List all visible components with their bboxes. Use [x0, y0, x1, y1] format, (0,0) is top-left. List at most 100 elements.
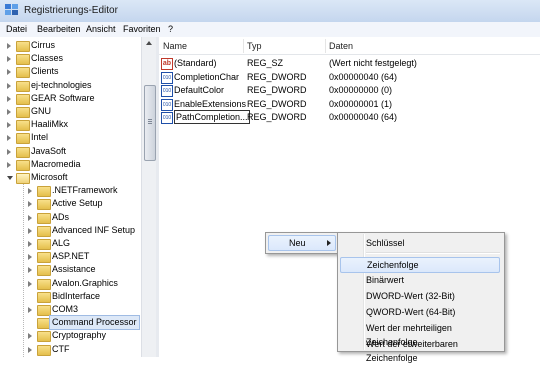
tree-item[interactable]: COM3: [0, 303, 141, 316]
binary-value-icon: 010: [161, 85, 173, 97]
tree-item[interactable]: Microsoft: [0, 171, 141, 184]
tree-item[interactable]: Avalon.Graphics: [0, 277, 141, 290]
tree-item[interactable]: BidInterface: [0, 290, 141, 303]
folder-icon: [37, 331, 51, 343]
expand-arrow-icon[interactable]: [28, 280, 32, 287]
tree-item[interactable]: .NETFramework: [0, 184, 141, 198]
submenu-item[interactable]: DWORD-Wert (32-Bit): [340, 289, 500, 303]
submenu-item-label: QWORD-Wert (64-Bit): [366, 307, 456, 317]
collapse-arrow-icon[interactable]: [7, 176, 13, 180]
expand-arrow-icon[interactable]: [7, 43, 11, 49]
column-header-data[interactable]: Daten: [329, 41, 353, 51]
menu-bearbeiten[interactable]: Bearbeiten: [37, 24, 81, 34]
tree-item-label: COM3: [52, 304, 79, 314]
expand-arrow-icon[interactable]: [28, 254, 32, 261]
expand-arrow-icon[interactable]: [7, 109, 11, 115]
expand-arrow-icon[interactable]: [28, 227, 32, 234]
submenu-item[interactable]: Zeichenfolge: [340, 257, 500, 273]
expand-arrow-icon[interactable]: [7, 161, 11, 168]
tree-item[interactable]: Command Processor: [0, 315, 141, 331]
tree-item[interactable]: ADs: [0, 211, 141, 224]
new-submenu: Schlüssel Zeichenfolge Binärwert DWORD-Wert…: [337, 232, 505, 363]
expand-arrow-icon[interactable]: [28, 307, 32, 313]
tree-item[interactable]: Macromedia: [0, 158, 141, 171]
menu-favoriten[interactable]: Favoriten: [123, 24, 161, 34]
tree-item[interactable]: ALG: [0, 237, 141, 250]
tree-item[interactable]: GEAR Software: [0, 92, 141, 105]
value-type: REG_DWORD: [247, 98, 307, 109]
value-row[interactable]: 010 DefaultColor REG_DWORD 0x00000000 (0): [159, 84, 540, 97]
context-menu: Neu: [265, 232, 339, 254]
tree-item[interactable]: Cirrus: [0, 39, 141, 52]
expand-arrow-icon[interactable]: [28, 346, 32, 353]
column-header-name[interactable]: Name: [163, 41, 187, 51]
value-name: (Standard): [174, 58, 217, 68]
value-data: (Wert nicht festgelegt): [329, 58, 417, 68]
expand-arrow-icon[interactable]: [7, 95, 11, 102]
submenu-item[interactable]: Wert der erweiterbaren Zeichenfolge: [340, 337, 500, 363]
tree-item[interactable]: Clients: [0, 65, 141, 79]
tree-item[interactable]: Intel: [0, 131, 141, 145]
tree-item[interactable]: Classes: [0, 52, 141, 66]
registry-editor-icon: [5, 4, 18, 15]
tree-item-label: Clients: [31, 66, 59, 77]
value-type: REG_DWORD: [247, 112, 307, 122]
expand-arrow-icon[interactable]: [28, 188, 32, 195]
tree-item-label: Intel: [31, 132, 49, 143]
value-row[interactable]: 010 PathCompletion... REG_DWORD 0x00000040 …: [159, 110, 540, 124]
submenu-item[interactable]: Binärwert: [340, 273, 500, 287]
expand-arrow-icon[interactable]: [7, 69, 11, 76]
folder-icon: [16, 80, 30, 92]
tree-item[interactable]: HaaliMkx: [0, 118, 141, 132]
tree-scrollbar[interactable]: [141, 37, 157, 357]
folder-icon: [16, 173, 30, 184]
tree-item-label: .NETFramework: [52, 185, 118, 196]
tree-item[interactable]: Active Setup: [0, 197, 141, 211]
menu-datei[interactable]: Datei: [6, 24, 27, 34]
value-row[interactable]: ab (Standard) REG_SZ (Wert nicht festgelegt…: [159, 57, 540, 70]
submenu-item[interactable]: QWORD-Wert (64-Bit): [340, 305, 500, 319]
menu-ansicht[interactable]: Ansicht: [86, 24, 116, 34]
tree-item[interactable]: ej-technologies: [0, 79, 141, 92]
expand-arrow-icon[interactable]: [28, 333, 32, 340]
expand-arrow-icon[interactable]: [7, 56, 11, 63]
folder-icon: [37, 344, 51, 356]
tree-item[interactable]: Advanced INF Setup: [0, 224, 141, 237]
submenu-item[interactable]: Schlüssel: [340, 236, 500, 250]
menu-help[interactable]: ?: [168, 24, 173, 34]
scrollbar-thumb[interactable]: [144, 85, 156, 161]
tree-item[interactable]: CTF: [0, 343, 141, 356]
value-type: REG_DWORD: [247, 71, 307, 82]
value-name[interactable]: PathCompletion...: [174, 110, 250, 124]
expand-arrow-icon[interactable]: [28, 201, 32, 208]
expand-arrow-icon[interactable]: [7, 148, 11, 155]
submenu-item[interactable]: Wert der mehrteiligen Zeichenfolge: [340, 321, 500, 347]
expand-arrow-icon[interactable]: [28, 241, 32, 247]
tree-item-label: JavaSoft: [31, 145, 67, 156]
tree-item[interactable]: Cryptography: [0, 329, 141, 343]
menu-item-new[interactable]: Neu: [268, 235, 336, 251]
tree-item-label: Active Setup: [52, 198, 103, 209]
expand-arrow-icon[interactable]: [28, 214, 32, 221]
value-row[interactable]: 010 CompletionChar REG_DWORD 0x00000040 (64…: [159, 71, 540, 84]
expand-arrow-icon[interactable]: [7, 135, 11, 142]
folder-icon: [16, 159, 30, 171]
string-value-icon: ab: [161, 58, 173, 70]
value-name: EnableExtensions: [174, 98, 247, 109]
expand-arrow-icon[interactable]: [28, 267, 32, 274]
expand-arrow-icon[interactable]: [7, 82, 11, 89]
folder-icon: [37, 212, 51, 224]
value-data: 0x00000000 (0): [329, 85, 393, 95]
scroll-up-arrow-icon[interactable]: [146, 41, 152, 45]
folder-icon: [16, 107, 30, 118]
tree-item[interactable]: GNU: [0, 105, 141, 118]
key-tree[interactable]: Cirrus Classes Clients ej-technologies GEAR …: [0, 37, 141, 357]
value-row[interactable]: 010 EnableExtensions REG_DWORD 0x00000001 (…: [159, 98, 540, 111]
tree-item[interactable]: Assistance: [0, 263, 141, 277]
submenu-item-label: Wert der erweiterbaren Zeichenfolge: [366, 339, 458, 363]
tree-item[interactable]: ASP.NET: [0, 250, 141, 264]
expand-arrow-icon[interactable]: [7, 122, 11, 129]
column-header-type[interactable]: Typ: [247, 41, 262, 51]
tree-item[interactable]: JavaSoft: [0, 145, 141, 158]
tree-item-label: Avalon.Graphics: [52, 277, 118, 288]
